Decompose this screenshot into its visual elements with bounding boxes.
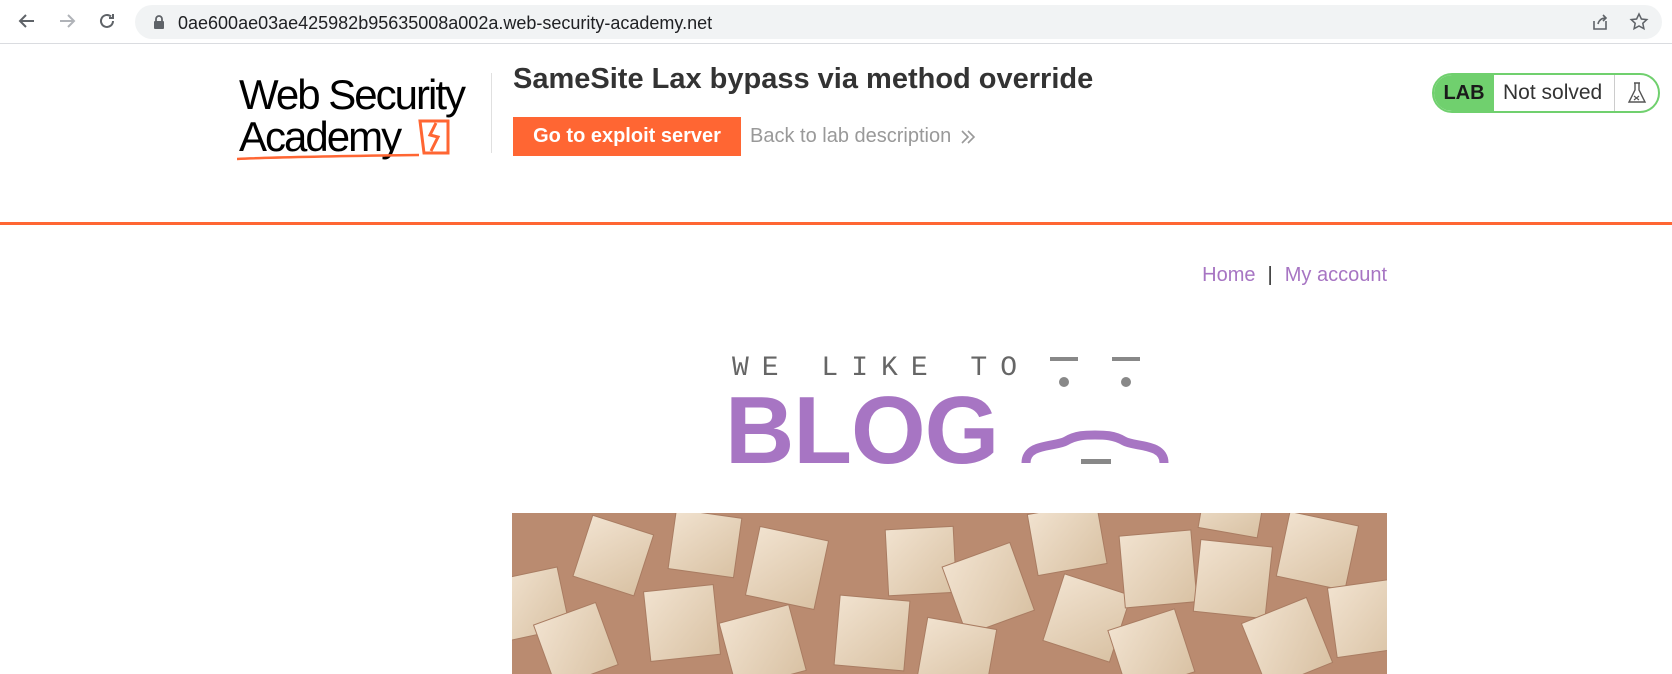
- reload-icon: [100, 13, 114, 28]
- logo-line2: Academy: [239, 113, 402, 160]
- share-icon[interactable]: [1590, 12, 1610, 32]
- bookmark-star-icon[interactable]: [1629, 12, 1649, 32]
- lab-title: SameSite Lax bypass via method override: [513, 63, 1094, 95]
- lab-badge: LAB: [1434, 75, 1494, 111]
- lab-status-text: Not solved: [1503, 81, 1603, 104]
- flask-icon: [1614, 75, 1658, 111]
- address-bar[interactable]: 0ae600ae03ae425982b95635008a002a.web-sec…: [135, 5, 1662, 39]
- nav-home-link[interactable]: Home: [1202, 264, 1255, 286]
- arrow-right-icon: [60, 14, 76, 28]
- lab-status-widget: LAB Not solved: [1432, 73, 1660, 113]
- logo-divider: [491, 73, 492, 153]
- nav-my-account-link[interactable]: My account: [1285, 264, 1387, 286]
- blog-banner: WE LIKE TO BLOG: [720, 345, 1180, 479]
- blog-hero-image: [512, 513, 1387, 674]
- blog-nav: Home | My account: [1202, 264, 1387, 287]
- nav-separator: |: [1267, 264, 1273, 286]
- lock-icon: [154, 15, 164, 29]
- blog-face-icon: [1021, 357, 1169, 464]
- reload-button[interactable]: [92, 6, 122, 36]
- url-text[interactable]: 0ae600ae03ae425982b95635008a002a.web-sec…: [178, 13, 712, 34]
- lab-header: Web Security Academy SameSite Lax bypass…: [0, 45, 1672, 225]
- exploit-server-button[interactable]: Go to exploit server: [513, 117, 741, 156]
- double-chevron-right-icon: [961, 129, 976, 144]
- arrow-left-icon: [18, 14, 34, 28]
- forward-button[interactable]: [52, 6, 82, 36]
- logo-line1: Web Security: [239, 71, 466, 118]
- back-button[interactable]: [12, 6, 42, 36]
- back-to-lab-description-link[interactable]: Back to lab description: [750, 125, 977, 148]
- web-security-academy-logo[interactable]: Web Security Academy: [237, 69, 492, 169]
- banner-blog-word: BLOG: [725, 377, 999, 484]
- back-link-label: Back to lab description: [750, 125, 952, 147]
- browser-toolbar: 0ae600ae03ae425982b95635008a002a.web-sec…: [0, 0, 1672, 44]
